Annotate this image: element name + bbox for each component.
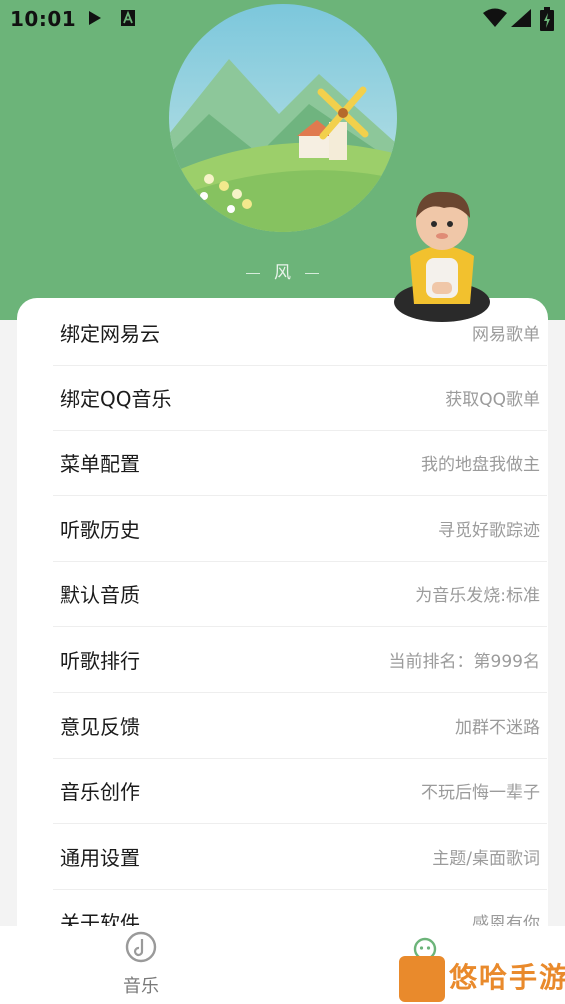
watermark-logo-icon (399, 956, 445, 1002)
menu-item-music-creation[interactable]: 音乐创作 不玩后悔一辈子 (60, 758, 540, 823)
menu-item-subtitle: 为音乐发烧:标准 (415, 586, 540, 606)
menu-item-feedback[interactable]: 意见反馈 加群不迷路 (60, 693, 540, 758)
nav-tab-music-label: 音乐 (123, 976, 159, 997)
menu-item-title: 意见反馈 (60, 715, 140, 739)
menu-item-subtitle: 当前排名：第999名 (388, 652, 540, 672)
menu-item-listen-history[interactable]: 听歌历史 寻觅好歌踪迹 (60, 496, 540, 561)
menu-item-listen-ranking[interactable]: 听歌排行 当前排名：第999名 (60, 627, 540, 692)
menu-item-title: 菜单配置 (60, 452, 140, 476)
menu-item-title: 绑定网易云 (60, 322, 160, 346)
menu-item-default-quality[interactable]: 默认音质 为音乐发烧:标准 (60, 561, 540, 626)
play-icon (89, 11, 101, 25)
battery-charging-icon (540, 7, 554, 31)
status-time: 10:01 (10, 7, 77, 31)
menu-item-title: 通用设置 (60, 846, 140, 870)
menu-item-title: 默认音质 (60, 583, 140, 607)
menu-item-menu-config[interactable]: 菜单配置 我的地盘我做主 (60, 430, 540, 495)
menu-item-title: 听歌排行 (60, 649, 140, 673)
menu-item-general-settings[interactable]: 通用设置 主题/桌面歌词 (60, 824, 540, 889)
watermark-text: 悠哈手游 (449, 961, 565, 994)
windmill-scene-illustration (169, 4, 397, 232)
scene-label-text: 风 (274, 263, 291, 283)
menu-item-title: 听歌历史 (60, 518, 140, 542)
mascot-avatar[interactable] (388, 184, 496, 344)
menu-item-title: 绑定QQ音乐 (60, 387, 172, 411)
wifi-icon (483, 8, 507, 27)
music-disc-icon (125, 931, 157, 963)
menu-item-title: 音乐创作 (60, 780, 140, 804)
signal-icon (511, 9, 531, 27)
menu-item-subtitle: 获取QQ歌单 (445, 390, 540, 410)
menu-item-subtitle: 主题/桌面歌词 (432, 849, 540, 869)
nav-tab-music[interactable]: 音乐 (110, 930, 172, 1002)
a-notification-icon (121, 10, 135, 26)
menu-item-subtitle: 不玩后悔一辈子 (421, 783, 540, 803)
menu-item-subtitle: 加群不迷路 (455, 718, 540, 738)
settings-card: 绑定网易云 网易歌单 绑定QQ音乐 获取QQ歌单 菜单配置 我的地盘我做主 听歌… (17, 298, 548, 958)
menu-item-subtitle: 寻觅好歌踪迹 (438, 521, 540, 541)
menu-item-subtitle: 我的地盘我做主 (421, 455, 540, 475)
menu-item-bind-qq-music[interactable]: 绑定QQ音乐 获取QQ歌单 (60, 365, 540, 430)
watermark: 悠哈手游 (397, 954, 565, 1004)
